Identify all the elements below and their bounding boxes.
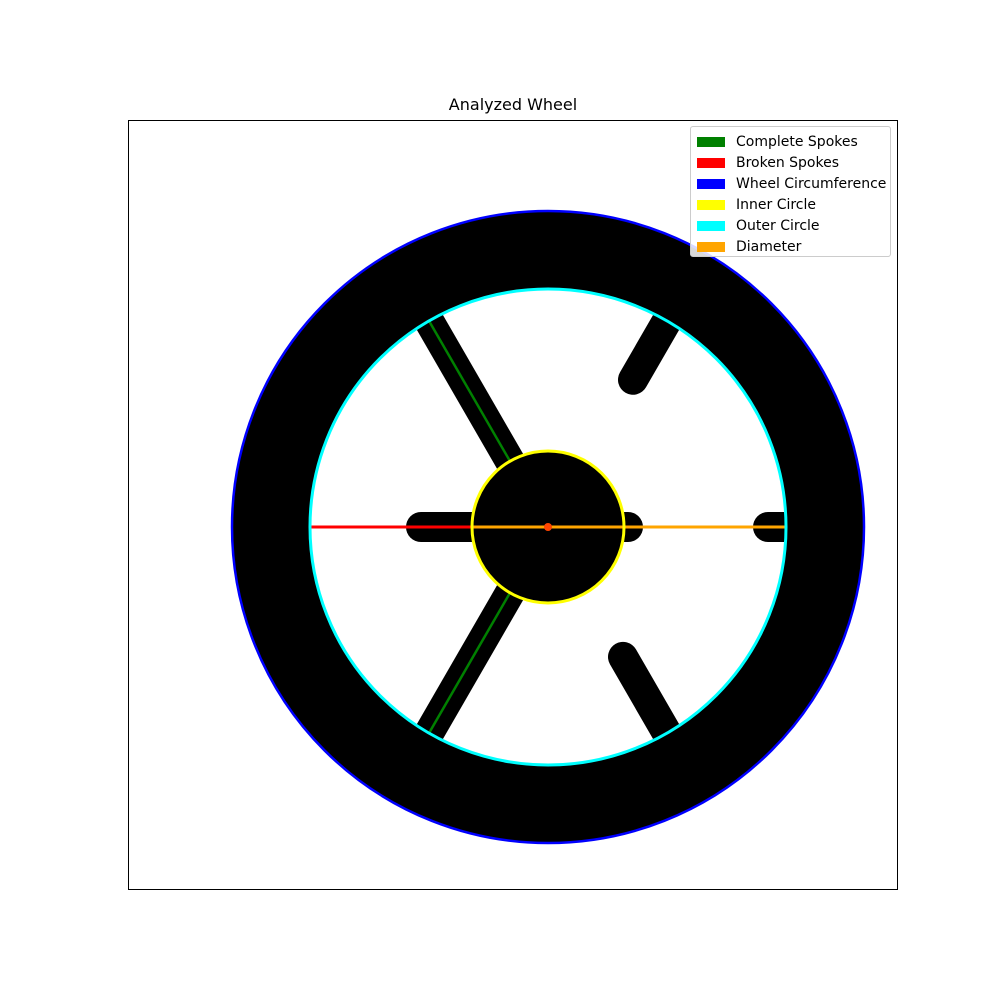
- legend-label-inner-circle: Inner Circle: [736, 196, 817, 213]
- legend: Complete Spokes Broken Spokes Wheel Circ…: [690, 126, 891, 257]
- legend-item-broken-spokes: Broken Spokes: [697, 152, 884, 173]
- legend-label-complete-spokes: Complete Spokes: [736, 133, 858, 150]
- legend-swatch-complete-spokes: [697, 136, 725, 147]
- legend-item-inner-circle: Inner Circle: [697, 194, 884, 215]
- legend-swatch-inner-circle: [697, 199, 725, 210]
- legend-swatch-diameter: [697, 241, 725, 252]
- legend-item-wheel-circumference: Wheel Circumference: [697, 173, 887, 194]
- legend-swatch-broken-spokes: [697, 157, 725, 168]
- legend-item-complete-spokes: Complete Spokes: [697, 131, 884, 152]
- legend-label-outer-circle: Outer Circle: [736, 217, 820, 234]
- legend-item-outer-circle: Outer Circle: [697, 215, 884, 236]
- legend-label-wheel-circumference: Wheel Circumference: [736, 175, 887, 192]
- center-marker: [544, 523, 552, 531]
- legend-label-broken-spokes: Broken Spokes: [736, 154, 840, 171]
- legend-item-diameter: Diameter: [697, 236, 884, 257]
- legend-label-diameter: Diameter: [736, 238, 802, 255]
- legend-swatch-outer-circle: [697, 220, 725, 231]
- legend-swatch-wheel-circumference: [697, 178, 725, 189]
